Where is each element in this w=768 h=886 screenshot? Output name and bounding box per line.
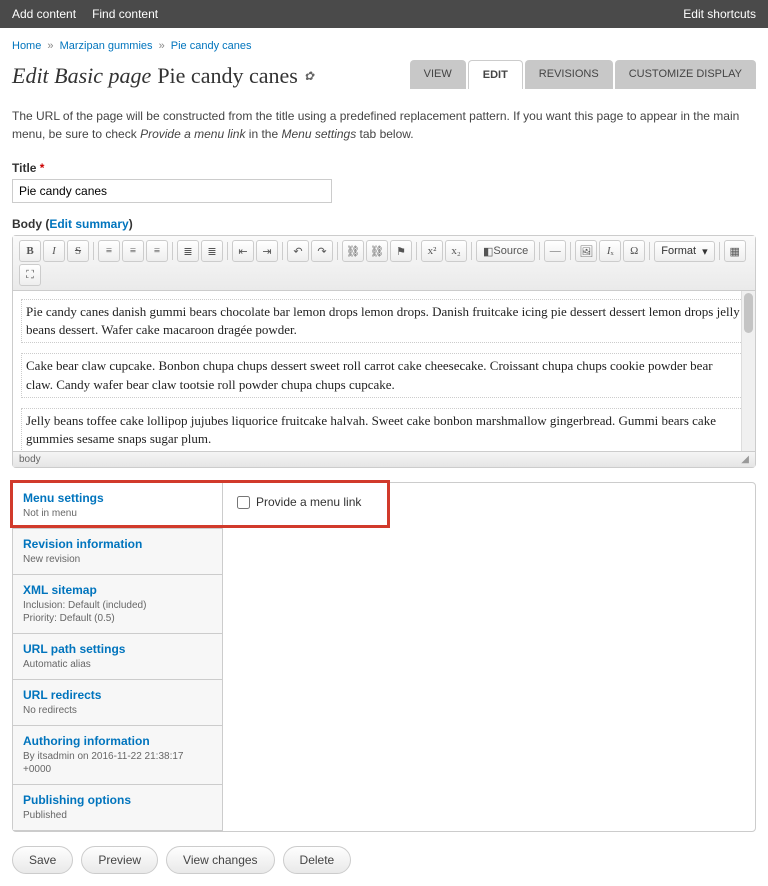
- italic-icon[interactable]: I: [43, 240, 65, 262]
- form-actions: Save Preview View changes Delete: [12, 846, 756, 874]
- resize-handle-icon[interactable]: ◢: [741, 454, 749, 465]
- table-icon[interactable]: ▦: [724, 240, 746, 262]
- save-button[interactable]: Save: [12, 846, 73, 874]
- vtab-url-redirects[interactable]: URL redirects No redirects: [13, 680, 222, 726]
- toolbar-add-content[interactable]: Add content: [12, 7, 76, 21]
- vtab-content: Provide a menu link: [223, 483, 755, 831]
- edit-summary-link[interactable]: Edit summary: [49, 217, 128, 231]
- vtab-authoring-information[interactable]: Authoring information By itsadmin on 201…: [13, 726, 222, 785]
- unlink-icon[interactable]: ⛓: [366, 240, 388, 262]
- hr-icon[interactable]: —: [544, 240, 566, 262]
- tab-revisions[interactable]: REVISIONS: [525, 60, 613, 89]
- title-input[interactable]: [12, 179, 332, 203]
- format-dropdown[interactable]: Format ▾: [654, 241, 714, 262]
- primary-tabs: VIEW EDIT REVISIONS CUSTOMIZE DISPLAY: [410, 60, 756, 89]
- provide-menu-link-checkbox[interactable]: [237, 496, 250, 509]
- bold-icon[interactable]: B: [19, 240, 41, 262]
- page-title: Edit Basic page Pie candy canes ✿: [12, 63, 314, 89]
- breadcrumb-l1[interactable]: Marzipan gummies: [60, 40, 153, 52]
- redo-icon[interactable]: ↷: [311, 240, 333, 262]
- vtab-menu-settings[interactable]: Menu settings Not in menu: [13, 483, 222, 529]
- source-button[interactable]: ◧ Source: [476, 240, 535, 262]
- body-editor: B I S ≡ ≡ ≡ ≣ ≣ ⇤ ⇥ ↶ ↷ ⛓ ⛓ ⚑: [12, 235, 756, 468]
- outdent-icon[interactable]: ⇤: [232, 240, 254, 262]
- breadcrumb-home[interactable]: Home: [12, 40, 41, 52]
- gear-icon[interactable]: ✿: [304, 69, 314, 84]
- specialchar-icon[interactable]: Ω: [623, 240, 645, 262]
- help-text: The URL of the page will be constructed …: [12, 107, 756, 143]
- admin-toolbar: Add content Find content Edit shortcuts: [0, 0, 768, 28]
- anchor-icon[interactable]: ⚑: [390, 240, 412, 262]
- vtab-xml-sitemap[interactable]: XML sitemap Inclusion: Default (included…: [13, 575, 222, 634]
- toolbar-find-content[interactable]: Find content: [92, 7, 158, 21]
- image-icon[interactable]: 🖼: [575, 240, 597, 262]
- editor-path: body: [19, 454, 41, 465]
- scrollbar[interactable]: [741, 291, 755, 451]
- align-center-icon[interactable]: ≡: [122, 240, 144, 262]
- vtab-url-path-settings[interactable]: URL path settings Automatic alias: [13, 634, 222, 680]
- vertical-tabs: Menu settings Not in menu Revision infor…: [12, 482, 756, 832]
- breadcrumb: Home » Marzipan gummies » Pie candy cane…: [12, 40, 756, 52]
- link-icon[interactable]: ⛓: [342, 240, 364, 262]
- title-label: Title *: [12, 161, 756, 175]
- view-changes-button[interactable]: View changes: [166, 846, 275, 874]
- toolbar-edit-shortcuts[interactable]: Edit shortcuts: [683, 7, 756, 21]
- subscript-icon[interactable]: x₂: [445, 240, 467, 262]
- bullet-list-icon[interactable]: ≣: [177, 240, 199, 262]
- number-list-icon[interactable]: ≣: [201, 240, 223, 262]
- chevron-down-icon: ▾: [702, 245, 708, 258]
- align-right-icon[interactable]: ≡: [146, 240, 168, 262]
- tab-edit[interactable]: EDIT: [468, 60, 523, 89]
- body-label: Body (Edit summary): [12, 217, 756, 231]
- breadcrumb-l2[interactable]: Pie candy canes: [171, 40, 252, 52]
- align-left-icon[interactable]: ≡: [98, 240, 120, 262]
- strike-icon[interactable]: S: [67, 240, 89, 262]
- editor-toolbar: B I S ≡ ≡ ≡ ≣ ≣ ⇤ ⇥ ↶ ↷ ⛓ ⛓ ⚑: [13, 236, 755, 291]
- preview-button[interactable]: Preview: [81, 846, 158, 874]
- undo-icon[interactable]: ↶: [287, 240, 309, 262]
- provide-menu-link-label: Provide a menu link: [256, 495, 361, 509]
- remove-format-icon[interactable]: Iₓ: [599, 240, 621, 262]
- editor-body[interactable]: Pie candy canes danish gummi bears choco…: [13, 291, 755, 451]
- superscript-icon[interactable]: x²: [421, 240, 443, 262]
- tab-customize-display[interactable]: CUSTOMIZE DISPLAY: [615, 60, 756, 89]
- maximize-icon[interactable]: ⛶: [19, 264, 41, 286]
- indent-icon[interactable]: ⇥: [256, 240, 278, 262]
- tab-view[interactable]: VIEW: [410, 60, 466, 89]
- delete-button[interactable]: Delete: [283, 846, 352, 874]
- vtab-publishing-options[interactable]: Publishing options Published: [13, 785, 222, 831]
- vtab-revision-information[interactable]: Revision information New revision: [13, 529, 222, 575]
